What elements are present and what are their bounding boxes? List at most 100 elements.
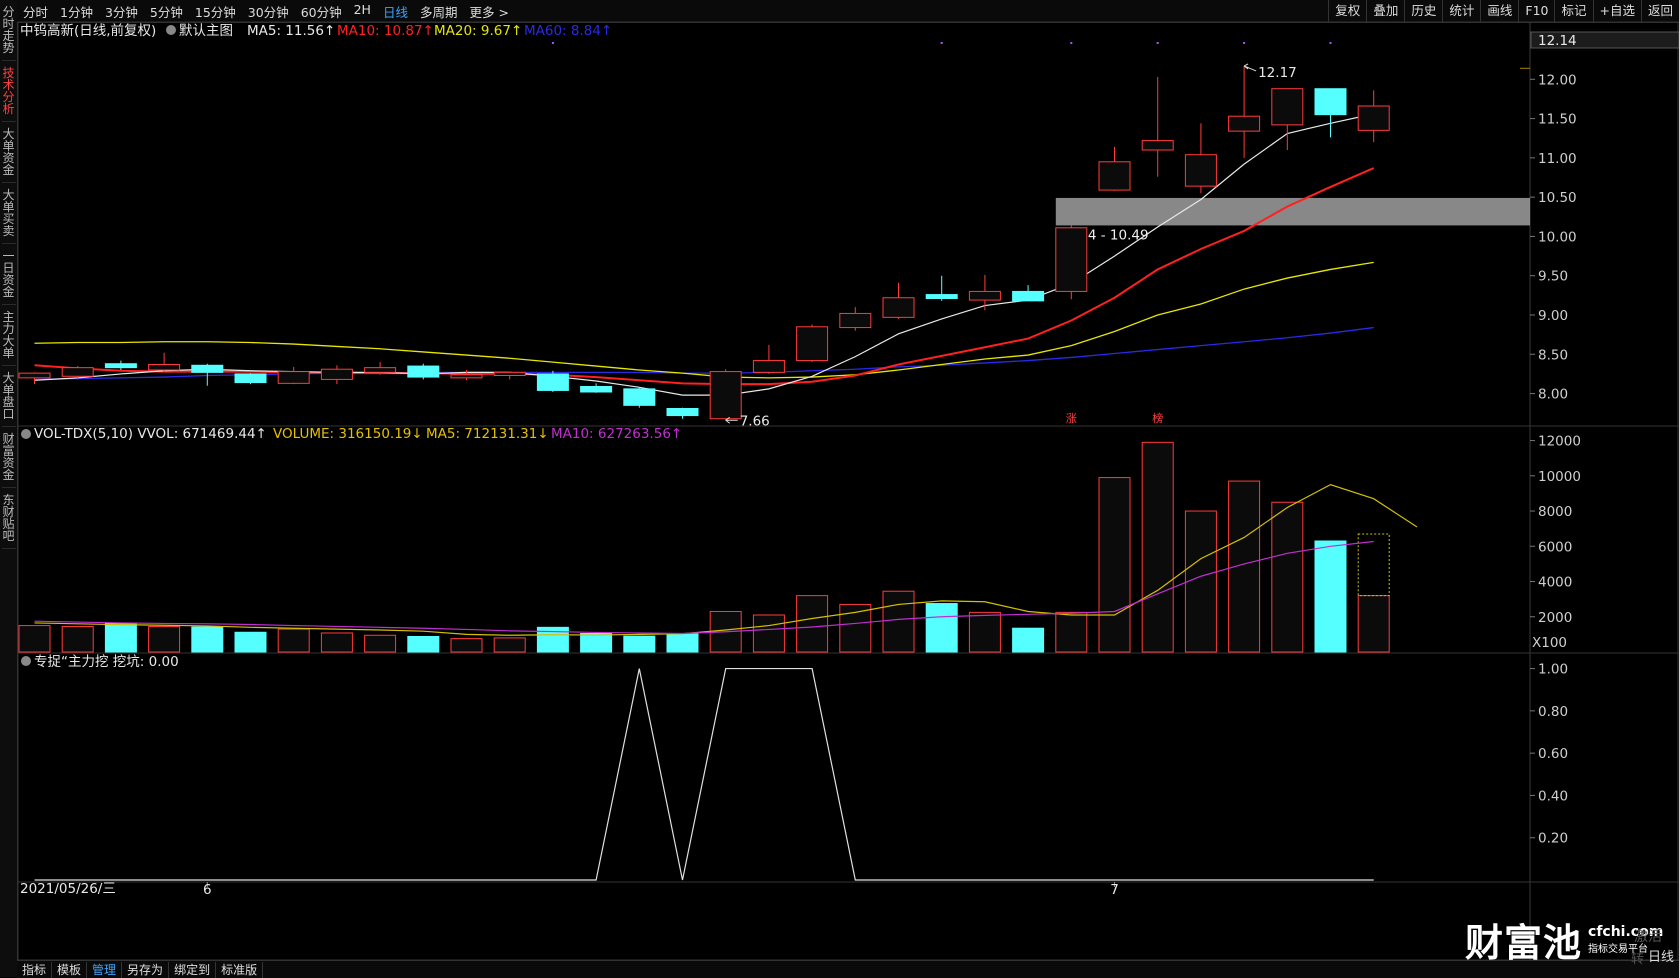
candle — [752, 344, 785, 374]
candle-body — [1314, 88, 1347, 116]
candle — [450, 370, 483, 381]
candle-body — [1271, 88, 1304, 126]
volume-bar — [752, 614, 785, 653]
ma5-legend: MA5: 11.56↑ — [247, 23, 335, 39]
indicator-tick-label: 1.00 — [1538, 662, 1568, 678]
candle — [882, 282, 915, 319]
volume-bar — [191, 626, 224, 653]
candle-body — [1055, 227, 1088, 292]
volume-indicator-legend: VOL-TDX(5,10) VVOL: 671469.44↑ — [34, 426, 267, 442]
volume-bar — [104, 622, 137, 653]
date-label: 2021/05/26/三 — [20, 881, 116, 897]
bottom-tab-2[interactable]: 管理 — [87, 961, 123, 978]
bottom-tab-3[interactable]: 另存为 — [122, 961, 170, 978]
watermark-main: 财富池 — [1465, 921, 1583, 965]
candle — [104, 360, 137, 370]
high-marker-arrow — [1243, 63, 1257, 72]
candle — [796, 324, 829, 363]
volume-tick-label: 12000 — [1538, 434, 1581, 450]
candle-body — [666, 408, 699, 417]
indicator-tick-label: 0.40 — [1538, 788, 1568, 804]
volume-tick-label: 10000 — [1538, 469, 1581, 485]
candle-body — [277, 371, 310, 384]
price-tick-label: 8.50 — [1538, 347, 1568, 363]
candle — [666, 407, 699, 419]
current-price-label: 12.14 — [1538, 33, 1577, 49]
candle — [234, 373, 267, 385]
candle — [580, 383, 613, 393]
candle-body — [320, 368, 353, 380]
candle-body — [1098, 161, 1131, 191]
volume-bar — [320, 632, 353, 653]
volume-toggle-icon — [21, 429, 31, 439]
candle-body — [18, 372, 51, 379]
candle — [623, 388, 656, 408]
candle-body — [407, 365, 440, 378]
price-tick-label: 11.00 — [1538, 151, 1577, 167]
month-label: 6 — [203, 882, 212, 898]
signal-marker-dot — [940, 42, 943, 44]
volume-bar — [493, 637, 526, 653]
volume-bar — [61, 625, 94, 653]
signal-marker-dot — [1070, 42, 1073, 44]
volume-bar — [968, 611, 1001, 653]
volume-bar — [925, 603, 958, 653]
candle-body — [796, 326, 829, 362]
candle-body — [148, 364, 181, 371]
volume-bar — [1314, 540, 1347, 653]
candle — [1098, 146, 1131, 191]
volume-bar — [407, 635, 440, 653]
candle-body — [536, 373, 569, 391]
candle — [536, 370, 569, 392]
bottom-tab-5[interactable]: 标准版 — [216, 961, 264, 978]
volume-bar — [148, 625, 181, 653]
indicator-toolbar: 指标 模板 管理 另存为 绑定到 标准版 — [17, 960, 1679, 978]
candle — [1141, 76, 1174, 177]
volume-bar — [364, 634, 397, 653]
price-tick-label: 9.50 — [1538, 269, 1568, 285]
price-tick-label: 11.50 — [1538, 112, 1577, 128]
volume-bar — [796, 595, 829, 653]
candle — [364, 362, 397, 375]
template-toggle-icon — [166, 25, 176, 35]
indicator-tick-label: 0.80 — [1538, 704, 1568, 720]
candle-body — [493, 371, 526, 377]
candle — [709, 369, 742, 421]
volume-bar — [1055, 611, 1088, 653]
candle — [1184, 123, 1217, 194]
activate-overlay-text: 激活 — [1634, 929, 1662, 945]
volume-value-legend: VOLUME: 316150.19↓ — [273, 426, 423, 442]
daily-period-badge: 日线 — [1648, 950, 1675, 965]
bottom-tab-0[interactable]: 指标 — [17, 961, 53, 978]
candle-body — [882, 297, 915, 318]
candle-body — [580, 386, 613, 393]
candle-body — [1141, 140, 1174, 151]
candle-body — [450, 374, 483, 379]
candle — [925, 275, 958, 301]
volume-bar — [580, 633, 613, 653]
volume-tick-label: 8000 — [1538, 504, 1572, 520]
candle — [148, 352, 181, 372]
candle-body — [364, 367, 397, 373]
candle — [407, 363, 440, 380]
bottom-tab-4[interactable]: 绑定到 — [169, 961, 217, 978]
candle-body — [839, 312, 872, 329]
convert-overlay-text: 转 — [1631, 952, 1645, 967]
price-tick-label: 12.00 — [1538, 72, 1577, 88]
ma10-legend: MA10: 10.87↑ — [337, 23, 434, 39]
stock-chart[interactable]: 中钨高新(日线,前复权) 默认主图 MA5: 11.56↑ MA10: 10.87↑ M… — [0, 0, 1679, 977]
volume-tick-label: 4000 — [1538, 575, 1572, 591]
volume-bar — [1141, 441, 1174, 653]
candle-body — [1228, 115, 1261, 132]
bottom-tab-1[interactable]: 模板 — [52, 961, 88, 978]
candle-body — [191, 364, 224, 373]
candle — [18, 372, 51, 385]
candle — [1012, 285, 1045, 302]
ma20-legend: MA20: 9.67↑ — [434, 23, 522, 39]
candle-body — [1357, 105, 1390, 131]
volume-bar — [1271, 501, 1304, 653]
volume-bar — [1184, 510, 1217, 653]
signal-marker-dot — [1243, 42, 1246, 44]
ma60-legend: MA60: 8.84↑ — [524, 23, 612, 39]
candle-body — [925, 294, 958, 300]
